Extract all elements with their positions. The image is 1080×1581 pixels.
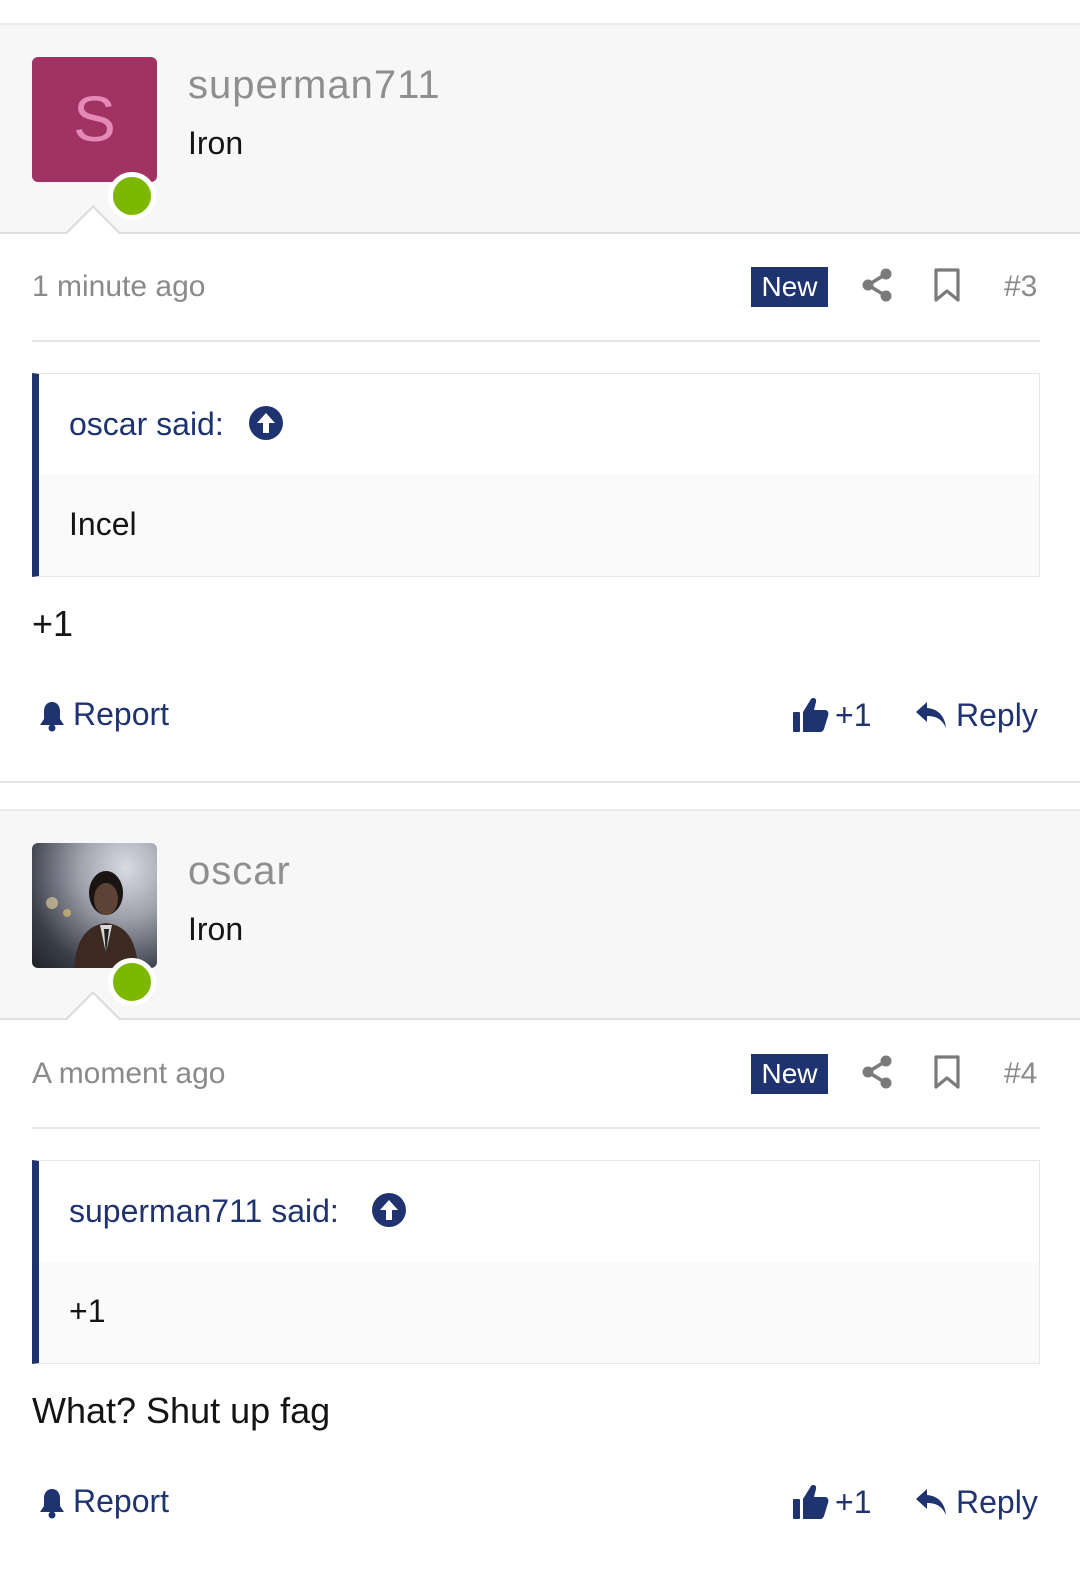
quote-header: superman711 said:: [39, 1161, 1039, 1262]
reply-label: Reply: [956, 697, 1038, 733]
post-user-header: S superman711 Iron: [0, 23, 1080, 235]
header-pointer: [64, 205, 122, 235]
post-user-header: oscar Iron: [0, 809, 1080, 1021]
report-label: Report: [73, 696, 170, 732]
avatar[interactable]: [32, 843, 157, 968]
post-message: What? Shut up fag: [32, 1390, 331, 1431]
quote-block: oscar said: Incel: [32, 373, 1040, 577]
post-separator: [0, 781, 1080, 783]
post-number-link[interactable]: #4: [1004, 1057, 1037, 1091]
post-actions: Report +1 Reply: [32, 694, 1040, 740]
post-timestamp[interactable]: A moment ago: [32, 1057, 225, 1091]
bookmark-icon[interactable]: [934, 268, 960, 302]
avatar[interactable]: S: [32, 57, 157, 182]
post-number-link[interactable]: #3: [1004, 270, 1037, 304]
username-link[interactable]: oscar: [188, 849, 291, 894]
post-actions: Report +1 Reply: [32, 1481, 1040, 1527]
new-badge: New: [751, 267, 828, 307]
like-count: +1: [835, 1484, 872, 1520]
avatar-photo: [46, 871, 138, 968]
new-badge: New: [751, 1054, 828, 1094]
username-link[interactable]: superman711: [188, 63, 441, 108]
quote-content: Incel: [69, 506, 137, 542]
arrow-up-icon[interactable]: [372, 1193, 406, 1227]
post-meta: A moment ago New #4: [32, 1049, 1040, 1129]
share-icon[interactable]: [862, 1055, 892, 1089]
like-count: +1: [835, 697, 872, 733]
quote-block: superman711 said: +1: [32, 1160, 1040, 1364]
post: S superman711 Iron 1 minute ago New #3 o…: [0, 0, 1080, 785]
reply-arrow-icon: [916, 1489, 946, 1515]
user-title: Iron: [188, 911, 244, 947]
reply-label: Reply: [956, 1484, 1038, 1520]
quote-author[interactable]: superman711 said:: [69, 1193, 339, 1230]
quote-author[interactable]: oscar said:: [69, 406, 224, 443]
bell-icon: [40, 702, 64, 732]
arrow-up-icon[interactable]: [249, 406, 283, 440]
reply-arrow-icon: [916, 702, 946, 728]
header-pointer: [64, 991, 122, 1021]
bookmark-icon[interactable]: [934, 1055, 960, 1089]
share-icon[interactable]: [862, 268, 892, 302]
user-title: Iron: [188, 125, 244, 161]
post-timestamp[interactable]: 1 minute ago: [32, 270, 205, 304]
quote-header: oscar said:: [39, 374, 1039, 475]
post: oscar Iron A moment ago New #4 superman7…: [0, 787, 1080, 1581]
post-meta: 1 minute ago New #3: [32, 262, 1040, 342]
post-message: +1: [32, 603, 74, 644]
thumbs-up-icon: [793, 1485, 829, 1519]
quote-content: +1: [69, 1293, 106, 1329]
bell-icon: [40, 1489, 64, 1519]
thumbs-up-icon: [793, 698, 829, 732]
report-label: Report: [73, 1483, 170, 1519]
thread-page: S superman711 Iron 1 minute ago New #3 o…: [0, 0, 1080, 1581]
